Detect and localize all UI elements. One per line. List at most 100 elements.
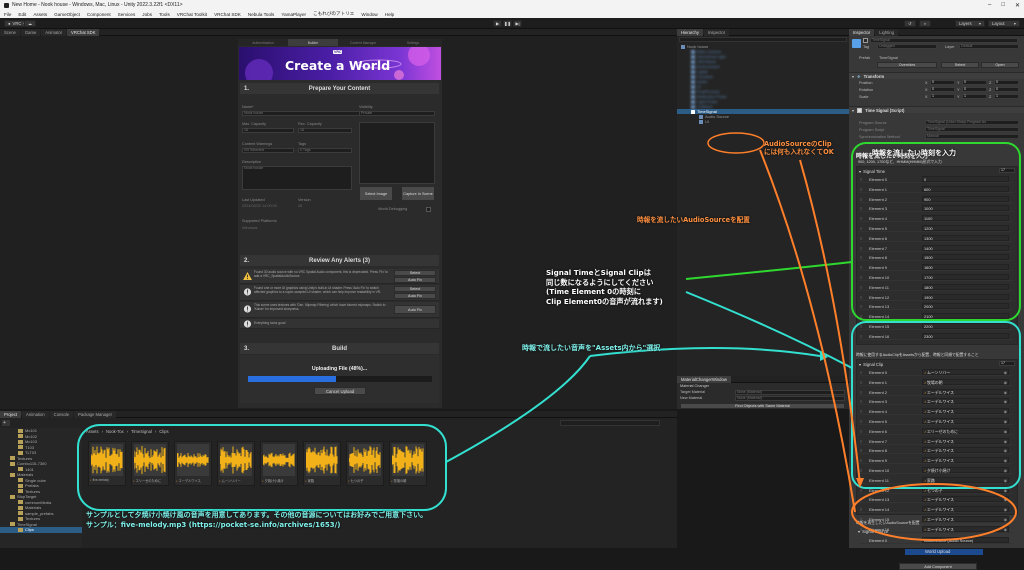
drag-handle-icon[interactable]: ≡: [860, 507, 862, 512]
time-value-field[interactable]: 1900: [922, 293, 1009, 300]
target-material-field[interactable]: None (Material): [735, 390, 845, 395]
audio-clip-field[interactable]: ♪家路 ◉: [922, 476, 1009, 483]
audio-clip-field[interactable]: ♪エーデルワイス ◉: [922, 418, 1009, 424]
object-picker-icon[interactable]: ◉: [1004, 488, 1007, 493]
time-value-field[interactable]: 1600: [922, 264, 1009, 271]
drag-handle-icon[interactable]: ≡: [860, 448, 862, 453]
sdk-tab-settings[interactable]: Settings: [388, 39, 438, 46]
prefab-open-button[interactable]: Open: [981, 62, 1019, 68]
list-count-field[interactable]: 17: [999, 361, 1015, 366]
tab-console[interactable]: Console: [49, 410, 74, 418]
drag-handle-icon[interactable]: ≡: [860, 380, 862, 385]
audio-clip-asset[interactable]: ♪five-melody: [88, 441, 126, 486]
warnings-dropdown[interactable]: 0/5 Selected: [242, 148, 294, 153]
name-field[interactable]: Nook house: [242, 111, 362, 116]
time-value-field[interactable]: 1500: [922, 254, 1009, 261]
audio-clip-field[interactable]: ♪エリーゼのために ◉: [922, 427, 1009, 434]
menu-item[interactable]: Window: [361, 12, 377, 17]
drag-handle-icon[interactable]: ≡: [860, 429, 862, 434]
scale-y-field[interactable]: 1: [962, 94, 987, 99]
time-value-field[interactable]: 2000: [922, 303, 1009, 310]
rotation-y-field[interactable]: 0: [962, 87, 987, 92]
time-value-field[interactable]: 1700: [922, 274, 1009, 280]
transform-header[interactable]: ▾ ✥ Transform: [849, 72, 1024, 79]
drag-handle-icon[interactable]: ≡: [860, 497, 862, 502]
step-button[interactable]: ▶|: [513, 20, 522, 27]
audio-clip-field[interactable]: ♪ムーンリバー ◉: [922, 369, 1009, 375]
enabled-checkbox[interactable]: [857, 107, 863, 113]
object-picker-icon[interactable]: ◉: [1004, 380, 1007, 385]
drag-handle-icon[interactable]: ≡: [860, 488, 862, 493]
close-icon[interactable]: ✕: [1015, 2, 1020, 9]
prefab-select-button[interactable]: Select: [941, 62, 979, 68]
tab-package-manager[interactable]: Package Manager: [74, 410, 117, 418]
audio-clip-field[interactable]: ♪エーデルワイス ◉: [922, 457, 1009, 464]
hierarchy-row[interactable]: UI: [677, 119, 849, 124]
drag-handle-icon[interactable]: ≡: [860, 458, 862, 463]
breadcrumb-item[interactable]: TimeSignal: [131, 429, 152, 434]
script-header[interactable]: ▾ Time Signal (Script): [849, 106, 1024, 113]
object-picker-icon[interactable]: ◉: [1004, 429, 1007, 434]
object-picker-icon[interactable]: ◉: [1004, 390, 1007, 395]
active-checkbox[interactable]: [863, 38, 868, 43]
play-button[interactable]: ▶: [493, 20, 502, 27]
layers-dropdown[interactable]: Layers ▾: [955, 20, 985, 27]
add-component-button[interactable]: Add Component: [899, 563, 977, 570]
layer-dropdown[interactable]: Default: [959, 44, 1019, 49]
audio-clip-asset[interactable]: ♪七つの子: [346, 441, 384, 486]
object-picker-icon[interactable]: ◉: [1004, 439, 1007, 444]
tab-animation[interactable]: Animation: [22, 410, 49, 418]
position-x-field[interactable]: 0: [930, 80, 955, 85]
audio-clip-field[interactable]: ♪夕焼け小焼け ◉: [922, 467, 1009, 473]
time-value-field[interactable]: 900: [922, 195, 1009, 202]
alert-autofix-button[interactable]: Auto Fix: [394, 277, 436, 283]
drag-handle-icon[interactable]: ≡: [860, 246, 862, 251]
drag-handle-icon[interactable]: ≡: [860, 255, 862, 260]
search-button[interactable]: ⌕: [919, 20, 931, 27]
breadcrumb-item[interactable]: Nook-Tox: [106, 429, 124, 434]
tab-game[interactable]: Game: [20, 28, 41, 36]
time-value-field[interactable]: 2200: [922, 323, 1009, 329]
position-y-field[interactable]: 0: [962, 80, 987, 85]
audio-clip-asset[interactable]: ♪エーデルワイス: [174, 441, 212, 486]
tab-inspector[interactable]: Inspector: [849, 28, 875, 36]
time-value-field[interactable]: 1300: [922, 234, 1009, 241]
description-field[interactable]: Nook house: [242, 166, 352, 190]
signal-time-header[interactable]: ▾ Signal Time 17: [859, 168, 1016, 174]
audio-clip-asset[interactable]: ♪夕焼け小焼け: [260, 441, 298, 486]
drag-handle-icon[interactable]: ≡: [860, 334, 862, 339]
drag-handle-icon[interactable]: ≡: [860, 177, 862, 182]
menu-item[interactable]: Tools: [159, 12, 170, 17]
signal-clip-header[interactable]: ▾ Signal Clip 17: [859, 361, 1016, 367]
alert-select-button[interactable]: Select: [394, 270, 436, 276]
drag-handle-icon[interactable]: ≡: [860, 314, 862, 319]
tags-field[interactable]: 0 Tags: [298, 148, 352, 153]
drag-handle-icon[interactable]: ≡: [860, 468, 862, 473]
pause-button[interactable]: ❚❚: [503, 20, 512, 27]
breadcrumb-item[interactable]: Clips: [159, 429, 168, 434]
menu-item[interactable]: Nebula Tools: [248, 12, 274, 17]
audio-clip-field[interactable]: ♪エーデルワイス ◉: [922, 447, 1009, 454]
scale-x-field[interactable]: 1: [930, 94, 955, 99]
object-picker-icon[interactable]: ◉: [1004, 468, 1007, 473]
capacity-field[interactable]: 16: [242, 128, 294, 133]
time-value-field[interactable]: 1400: [922, 244, 1009, 251]
audio-clip-field[interactable]: ♪七つの子 ◉: [922, 486, 1009, 493]
menu-item[interactable]: YamaPlayer: [281, 12, 306, 17]
add-asset-button[interactable]: +: [2, 420, 10, 426]
program-source-field[interactable]: TimeSignal (Udon Sharp Program As: [925, 120, 1019, 125]
world-debugging-checkbox[interactable]: [426, 207, 431, 212]
drag-handle-icon[interactable]: ≡: [860, 216, 862, 221]
sdk-tab-builder[interactable]: Builder: [288, 39, 338, 46]
object-picker-icon[interactable]: ◉: [1004, 497, 1007, 502]
time-value-field[interactable]: 2100: [922, 313, 1009, 320]
list-count-field[interactable]: 17: [999, 168, 1015, 173]
time-value-field[interactable]: 600: [922, 185, 1009, 192]
tab-animator[interactable]: Animator: [41, 28, 67, 36]
object-picker-icon[interactable]: ◉: [1004, 419, 1007, 424]
sdk-tab-content-manager[interactable]: Content Manager: [338, 39, 388, 46]
audio-clip-asset[interactable]: ♪家路: [303, 441, 341, 486]
menu-item[interactable]: Jobs: [142, 12, 152, 17]
rec-capacity-field[interactable]: 16: [298, 128, 352, 133]
audio-clip-field[interactable]: ♪エーデルワイス ◉: [922, 388, 1009, 395]
